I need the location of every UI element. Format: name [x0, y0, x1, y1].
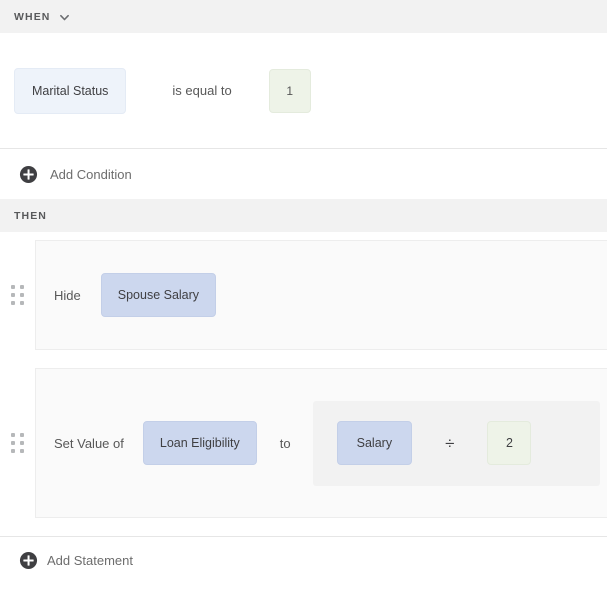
then-label: THEN: [14, 210, 47, 222]
drag-handle-icon[interactable]: [0, 368, 35, 518]
add-condition-button[interactable]: Add Condition: [0, 149, 607, 199]
set-value-target-field-chip[interactable]: Loan Eligibility: [143, 421, 257, 465]
set-value-action-label[interactable]: Set Value of: [54, 436, 124, 451]
add-statement-label: Add Statement: [47, 553, 133, 568]
statement-card-hide: Hide Spouse Salary: [35, 240, 607, 350]
formula-group: Salary ÷ 2: [313, 401, 600, 486]
statement-row: Set Value of Loan Eligibility to Salary …: [0, 368, 607, 518]
drag-handle-icon[interactable]: [0, 240, 35, 350]
hide-action-label[interactable]: Hide: [54, 288, 81, 303]
condition-field-chip[interactable]: Marital Status: [14, 68, 126, 114]
hide-target-field-chip[interactable]: Spouse Salary: [101, 273, 216, 317]
condition-row: Marital Status is equal to 1: [0, 33, 607, 148]
statement-card-set-value: Set Value of Loan Eligibility to Salary …: [35, 368, 607, 518]
statement-list: Hide Spouse Salary Set Value of Loan Eli…: [0, 232, 607, 518]
chevron-down-icon[interactable]: [59, 12, 70, 23]
divide-icon[interactable]: ÷: [445, 435, 454, 452]
formula-left-operand-chip[interactable]: Salary: [337, 421, 412, 465]
set-value-connector-label: to: [280, 436, 291, 451]
add-condition-label: Add Condition: [50, 167, 132, 182]
statement-row: Hide Spouse Salary: [0, 240, 607, 350]
when-label: WHEN: [14, 11, 50, 23]
formula-right-operand-chip[interactable]: 2: [487, 421, 531, 465]
plus-circle-icon: [19, 551, 38, 570]
plus-circle-icon: [19, 165, 38, 184]
then-section-header: THEN: [0, 199, 607, 232]
add-statement-button[interactable]: Add Statement: [0, 537, 607, 583]
condition-value-chip[interactable]: 1: [269, 69, 311, 113]
when-section-header[interactable]: WHEN: [0, 0, 607, 33]
condition-operator-label[interactable]: is equal to: [172, 83, 231, 98]
